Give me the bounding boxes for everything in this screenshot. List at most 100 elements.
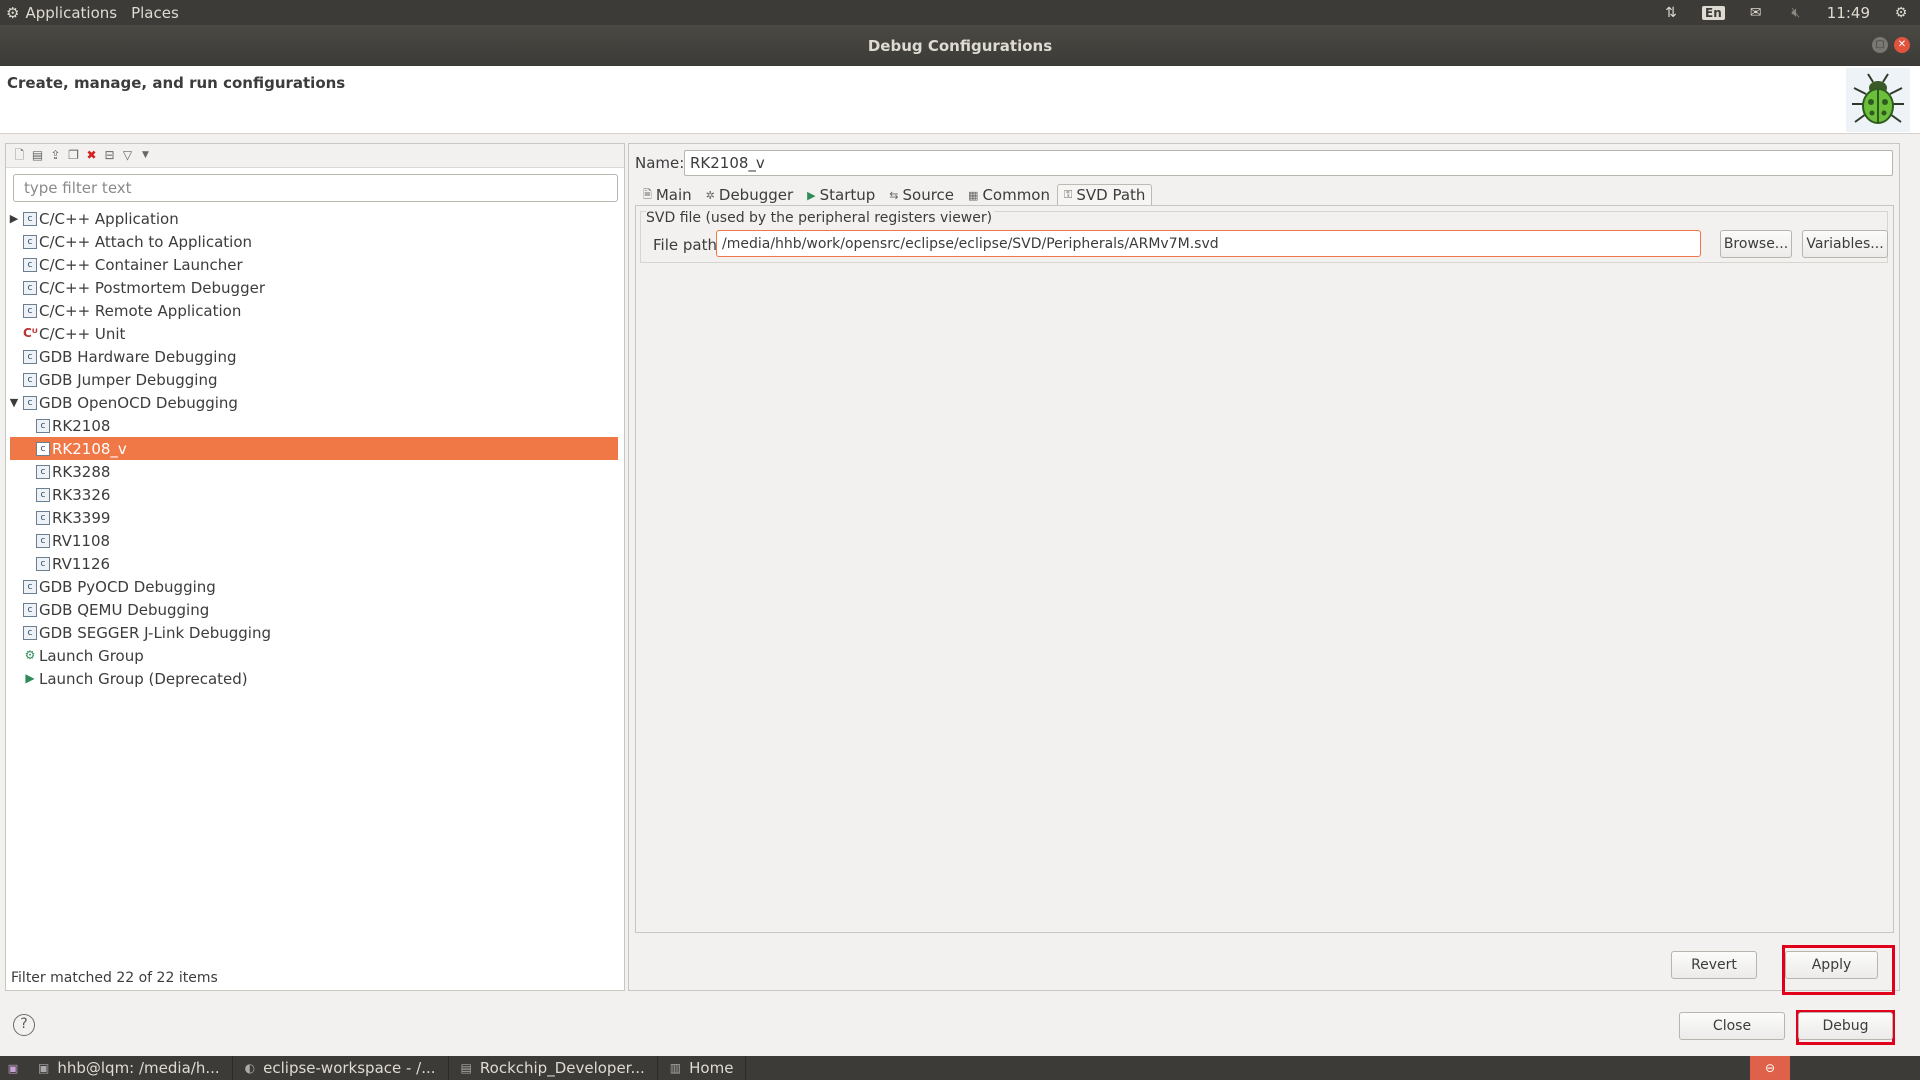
tree-item[interactable]: ▶ Launch Group (Deprecated)	[6, 667, 624, 690]
tree-item[interactable]: c GDB Hardware Debugging	[6, 345, 624, 368]
tree-item[interactable]: c C/C++ Postmortem Debugger	[6, 276, 624, 299]
configuration-editor-panel: Name: 🗎︎Main✲Debugger▶Startup⇆Source▦Com…	[628, 143, 1900, 991]
tab-main[interactable]: 🗎︎ Main	[636, 184, 699, 205]
c-config-icon: c	[23, 349, 37, 364]
new-configuration-icon[interactable]: 🗋︎	[12, 148, 27, 163]
help-icon[interactable]: ?	[13, 1014, 35, 1036]
view-menu-chevron-down-icon[interactable]: ▼	[138, 148, 153, 163]
c-config-icon: c	[23, 234, 37, 249]
tree-item[interactable]: ▶ c C/C++ Application	[6, 207, 624, 230]
tree-item[interactable]: Cᵁ C/C++ Unit	[6, 322, 624, 345]
duplicate-configuration-icon[interactable]: ❐	[66, 148, 81, 163]
tab-debugger[interactable]: ✲ Debugger	[699, 184, 800, 205]
ubuntu-logo-icon[interactable]: ⚙	[6, 4, 19, 22]
tab-label: Common	[982, 186, 1050, 204]
tab-common[interactable]: ▦ Common	[961, 184, 1057, 205]
tree-item[interactable]: c RK3288	[6, 460, 624, 483]
tree-item-label: GDB OpenOCD Debugging	[39, 393, 238, 412]
tree-item[interactable]: c C/C++ Attach to Application	[6, 230, 624, 253]
svd-tab-icon: ⚿	[1064, 188, 1073, 201]
close-window-button[interactable]: ✕	[1894, 37, 1910, 53]
taskbar-item[interactable]: ▤ Rockchip_Developer...	[449, 1056, 658, 1080]
delete-configuration-icon[interactable]: ✖	[84, 148, 99, 163]
name-label: Name:	[635, 154, 685, 172]
debug-button[interactable]: Debug	[1798, 1012, 1893, 1040]
tab-svd-path[interactable]: ⚿ SVD Path	[1057, 184, 1153, 205]
tree-item[interactable]: c C/C++ Container Launcher	[6, 253, 624, 276]
top-panel: ⚙ Applications Places ⇅ En ✉ 🔇︎ 11:49 ⚙	[0, 0, 1920, 25]
c-config-icon: c	[23, 211, 37, 226]
revert-button[interactable]: Revert	[1671, 951, 1757, 979]
debugger-tab-icon: ✲	[705, 188, 715, 202]
filter-input[interactable]	[13, 174, 618, 202]
tab-source[interactable]: ⇆ Source	[882, 184, 961, 205]
file-path-field[interactable]	[716, 230, 1701, 257]
collapse-all-icon[interactable]: ⊟	[102, 148, 117, 163]
tree-item[interactable]: c RV1108	[6, 529, 624, 552]
tree-item[interactable]: c RV1126	[6, 552, 624, 575]
common-tab-icon: ▦	[968, 188, 979, 202]
c-config-icon: c	[36, 418, 50, 433]
workspace-switcher-icon[interactable]: ⊖	[1750, 1056, 1790, 1080]
volume-muted-icon[interactable]: 🔇︎	[1787, 5, 1805, 21]
keyboard-layout-indicator[interactable]: En	[1702, 5, 1725, 20]
debug-bug-icon	[1846, 68, 1910, 132]
cunit-icon: Cᵁ	[23, 325, 38, 340]
applications-menu[interactable]: Applications	[25, 4, 117, 22]
taskbar-item-label: eclipse-workspace - /...	[263, 1059, 436, 1077]
startup-tab-icon: ▶	[807, 188, 816, 202]
c-config-icon: c	[23, 395, 37, 410]
configuration-name-field[interactable]	[684, 150, 1893, 176]
tree-item[interactable]: c RK2108	[6, 414, 624, 437]
window-title: Debug Configurations	[867, 36, 1053, 55]
taskbar-item[interactable]: ◐ eclipse-workspace - /...	[233, 1056, 449, 1080]
mail-icon[interactable]: ✉	[1747, 5, 1765, 21]
tree-item-label: Launch Group	[39, 646, 144, 665]
c-config-icon: c	[23, 579, 37, 594]
browse-button[interactable]: Browse...	[1720, 230, 1792, 258]
launch-icon: ▶	[25, 670, 35, 685]
tree-item[interactable]: c RK3326	[6, 483, 624, 506]
settings-gear-icon[interactable]: ⚙	[1892, 5, 1910, 21]
tree-item[interactable]: c GDB Jumper Debugging	[6, 368, 624, 391]
tree-item[interactable]: c RK3399	[6, 506, 624, 529]
tree-item[interactable]: c GDB PyOCD Debugging	[6, 575, 624, 598]
close-button[interactable]: Close	[1679, 1012, 1785, 1040]
variables-button[interactable]: Variables...	[1802, 230, 1888, 258]
tree-item[interactable]: c GDB SEGGER J-Link Debugging	[6, 621, 624, 644]
tab-startup[interactable]: ▶ Startup	[800, 184, 882, 205]
tree-item-label: GDB PyOCD Debugging	[39, 577, 216, 596]
places-menu[interactable]: Places	[131, 4, 179, 22]
collapse-arrow-icon[interactable]: ▼	[8, 396, 20, 409]
tree-item-selected[interactable]: c RK2108_v	[10, 437, 618, 460]
export-configuration-icon[interactable]: ⇪	[48, 148, 63, 163]
taskbar-item[interactable]: ▥ Home	[658, 1056, 747, 1080]
c-config-icon: c	[36, 533, 50, 548]
tree-item[interactable]: c C/C++ Remote Application	[6, 299, 624, 322]
tree-item-label: GDB QEMU Debugging	[39, 600, 210, 619]
tree-item[interactable]: ⚙ Launch Group	[6, 644, 624, 667]
launch-group-icon: ⚙	[24, 647, 36, 662]
c-config-icon: c	[36, 510, 50, 525]
taskbar-item[interactable]: ▣ hhb@lqm: /media/h...	[26, 1056, 233, 1080]
tab-label: Startup	[819, 186, 876, 204]
folder-icon: ▥	[669, 1061, 682, 1075]
tree-item[interactable]: c GDB QEMU Debugging	[6, 598, 624, 621]
maximize-button[interactable]: ▢	[1872, 37, 1888, 53]
tab-label: Main	[655, 186, 692, 204]
c-config-icon: c	[23, 372, 37, 387]
filter-icon[interactable]: ▽	[120, 148, 135, 163]
expand-arrow-icon[interactable]: ▶	[8, 212, 20, 225]
show-desktop-icon[interactable]: ▣	[0, 1056, 26, 1080]
dialog-header: Create, manage, and run configurations	[0, 66, 1920, 134]
tree-toolbar: 🗋︎ ▤ ⇪ ❐ ✖ ⊟ ▽ ▼	[6, 144, 624, 168]
tree-item-label: GDB Hardware Debugging	[39, 347, 237, 366]
clock[interactable]: 11:49	[1827, 4, 1870, 22]
new-prototype-icon[interactable]: ▤	[30, 148, 45, 163]
taskbar: ▣ ▣ hhb@lqm: /media/h... ◐ eclipse-workspac…	[0, 1056, 1920, 1080]
svd-group-label: SVD file (used by the peripheral registe…	[646, 210, 995, 226]
dialog-subtitle: Create, manage, and run configurations	[7, 74, 346, 92]
tree-item-label: C/C++ Container Launcher	[39, 255, 243, 274]
network-icon[interactable]: ⇅	[1662, 5, 1680, 21]
tree-item[interactable]: ▼ c GDB OpenOCD Debugging	[6, 391, 624, 414]
